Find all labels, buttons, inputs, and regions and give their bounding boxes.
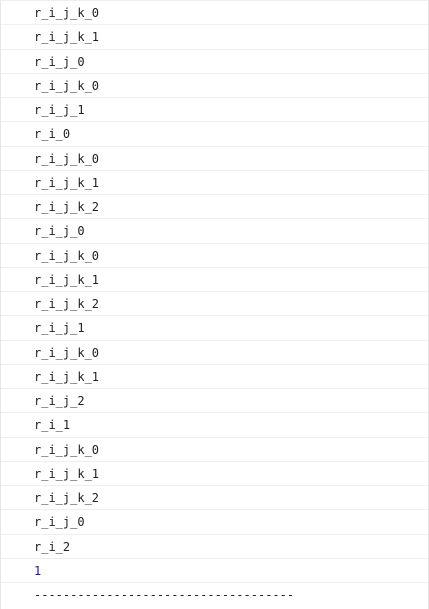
console-line: r_i_j_k_0 xyxy=(1,438,428,462)
console-line: r_i_2 xyxy=(1,535,428,559)
console-output: r_i_j_k_0 r_i_j_k_1 r_i_j_0 r_i_j_k_0 r_… xyxy=(0,0,429,609)
console-separator: ------------------------------------ xyxy=(34,588,295,602)
console-line: r_i_j_k_1 xyxy=(1,462,428,486)
console-line: r_i_j_k_1 xyxy=(1,268,428,292)
console-line: r_i_j_k_0 xyxy=(1,74,428,98)
console-line: r_i_j_k_1 xyxy=(1,365,428,389)
console-line: r_i_j_k_0 xyxy=(1,341,428,365)
console-line: r_i_j_k_0 xyxy=(1,244,428,268)
console-number-result: 1 xyxy=(1,559,428,583)
console-line: r_i_j_0 xyxy=(1,510,428,535)
console-line: r_i_j_k_1 xyxy=(1,171,428,195)
console-line: r_i_j_k_2 xyxy=(1,486,428,511)
console-line: r_i_1 xyxy=(1,413,428,438)
console-line: r_i_j_2 xyxy=(1,389,428,414)
console-line: r_i_0 xyxy=(1,122,428,147)
console-line: r_i_j_1 xyxy=(1,316,428,341)
console-line: r_i_j_k_0 xyxy=(1,1,428,26)
console-line: r_i_j_1 xyxy=(1,98,428,123)
console-line: r_i_j_0 xyxy=(1,50,428,74)
console-line: r_i_j_k_1 xyxy=(1,25,428,50)
console-line: r_i_j_k_0 xyxy=(1,147,428,171)
console-line: r_i_j_k_2 xyxy=(1,195,428,220)
console-line: r_i_j_k_2 xyxy=(1,292,428,317)
console-line: r_i_j_0 xyxy=(1,219,428,244)
